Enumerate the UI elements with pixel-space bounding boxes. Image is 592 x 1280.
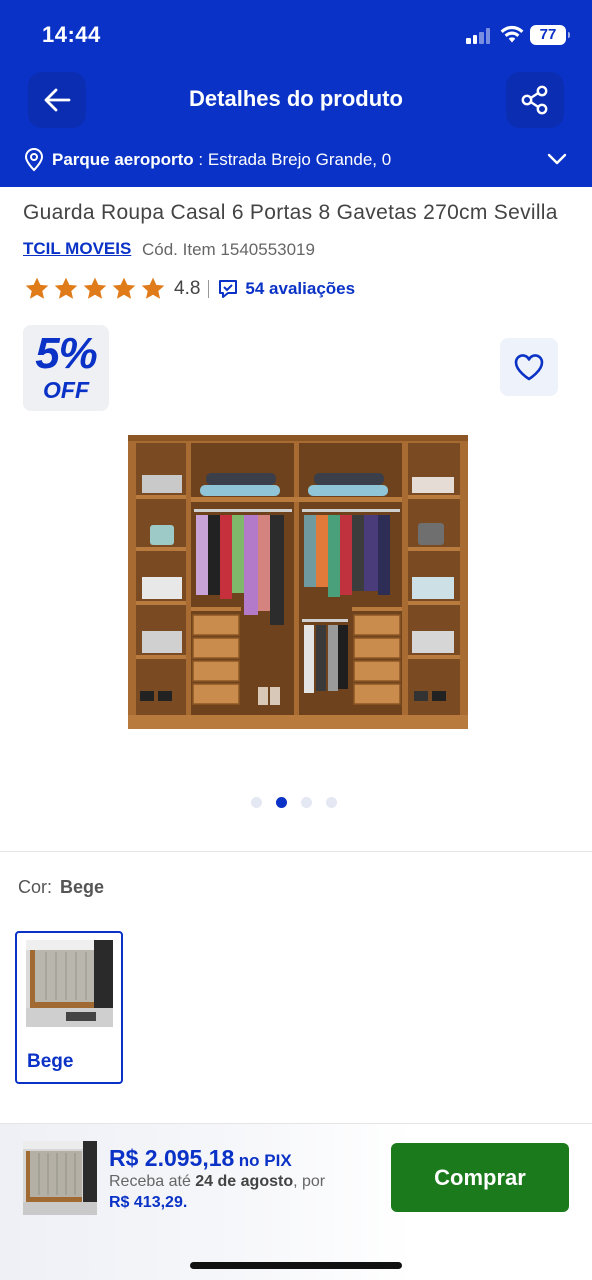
chevron-down-icon — [547, 153, 567, 165]
discount-percent: 5% — [35, 329, 98, 378]
brand-link[interactable]: TCIL MOVEIS — [23, 239, 131, 259]
location-name: Parque aeroporto — [52, 150, 194, 169]
battery-icon: 77 — [530, 25, 570, 45]
share-button[interactable] — [506, 72, 564, 128]
star-icon — [141, 277, 165, 299]
product-thumbnail — [23, 1141, 97, 1215]
arrow-left-icon — [44, 88, 71, 112]
color-label: Cor: Bege — [18, 877, 104, 898]
star-icon — [112, 277, 136, 299]
favorite-button[interactable] — [500, 338, 558, 396]
divider — [208, 280, 210, 298]
carousel-dot[interactable] — [276, 797, 287, 808]
price: R$ 2.095,18 — [109, 1145, 235, 1171]
rating-value: 4.8 — [174, 278, 201, 299]
color-option-label: Bege — [27, 1051, 74, 1072]
share-icon — [521, 85, 548, 115]
installment-date: 24 de agosto — [195, 1173, 294, 1190]
app-header: 14:44 77 Detalhes do produto Parque aero… — [0, 0, 592, 187]
carousel-dot[interactable] — [326, 797, 337, 808]
location-pin-icon — [24, 148, 44, 172]
rating-stars — [24, 276, 166, 302]
reviews-link[interactable]: 54 avaliações — [245, 279, 355, 299]
divider — [0, 851, 592, 852]
status-bar: 14:44 77 — [0, 0, 592, 70]
pix-label: no PIX — [238, 1151, 292, 1170]
installment-text: Receba até 24 de agosto, por — [109, 1173, 325, 1191]
color-label-text: Cor: — [18, 877, 53, 897]
star-icon — [25, 277, 49, 299]
color-option-bege[interactable]: Bege — [15, 931, 123, 1084]
item-code: Cód. Item 1540553019 — [142, 240, 315, 259]
wifi-icon — [500, 25, 524, 43]
location-text: Parque aeroporto : Estrada Brejo Grande,… — [52, 150, 391, 170]
review-chat-icon — [219, 280, 238, 298]
heart-icon — [514, 354, 544, 381]
product-image[interactable] — [128, 435, 468, 729]
home-indicator[interactable] — [190, 1262, 402, 1269]
product-title: Guarda Roupa Casal 6 Portas 8 Gavetas 27… — [23, 201, 558, 224]
status-time: 14:44 — [42, 22, 101, 47]
location-selector[interactable]: Parque aeroporto : Estrada Brejo Grande,… — [0, 142, 592, 178]
buy-button[interactable]: Comprar — [391, 1143, 569, 1212]
installment-suffix: , por — [293, 1173, 326, 1190]
cell-signal-icon — [466, 28, 494, 44]
buy-bar: R$ 2.095,18 no PIX Receba até 24 de agos… — [0, 1123, 592, 1280]
carousel-dot[interactable] — [251, 797, 262, 808]
color-selected-value: Bege — [60, 877, 105, 897]
back-button[interactable] — [28, 72, 86, 128]
color-option-image — [26, 940, 113, 1027]
page-title: Detalhes do produto — [189, 86, 403, 111]
discount-off-label: OFF — [43, 377, 89, 403]
installment-value: R$ 413,29. — [109, 1194, 188, 1211]
star-icon — [83, 277, 107, 299]
discount-badge: 5% OFF — [23, 325, 109, 411]
carousel-dots[interactable] — [251, 797, 337, 808]
price-line: R$ 2.095,18 no PIX — [109, 1145, 292, 1172]
location-address: : Estrada Brejo Grande, 0 — [193, 150, 392, 169]
star-icon — [54, 277, 78, 299]
rating-row: 4.8 54 avaliações — [24, 276, 355, 302]
installment-prefix: Receba até — [109, 1173, 196, 1190]
carousel-dot[interactable] — [301, 797, 312, 808]
